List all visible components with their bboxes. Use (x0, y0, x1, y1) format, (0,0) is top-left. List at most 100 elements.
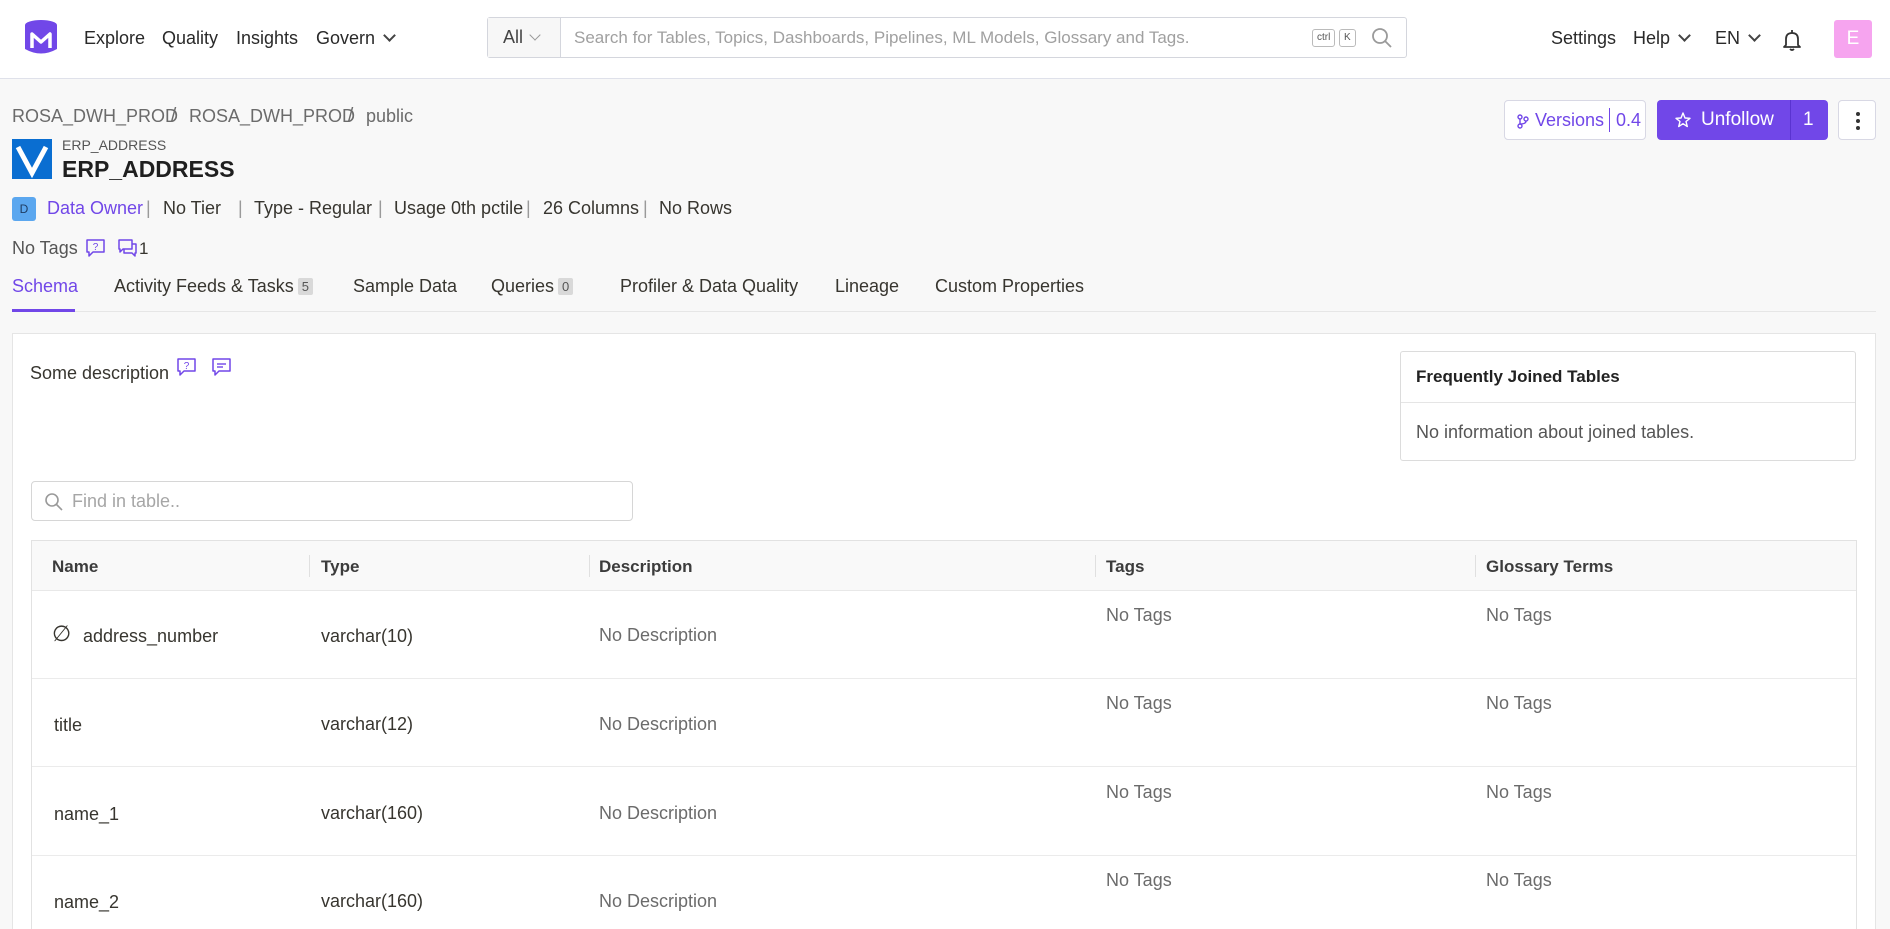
svg-text:?: ? (184, 361, 190, 372)
find-in-table-input[interactable] (72, 482, 622, 520)
global-search: All ctrl K (487, 17, 1407, 58)
owner-avatar: D (12, 197, 36, 221)
more-options-button[interactable] (1838, 100, 1876, 140)
chevron-down-icon (383, 29, 396, 42)
table-row[interactable]: name_2 varchar(160) No Description No Ta… (32, 856, 1856, 929)
nav-help[interactable]: Help (1633, 28, 1691, 49)
table-description: Some description (30, 363, 170, 383)
column-glossary-terms[interactable]: No Tags (1486, 605, 1552, 626)
unfollow-button[interactable]: Unfollow 1 (1657, 100, 1828, 140)
column-description[interactable]: No Description (599, 714, 717, 735)
frequently-joined-tables-card: Frequently Joined Tables No information … (1400, 351, 1856, 461)
breadcrumb-service[interactable]: ROSA_DWH_PROD (12, 106, 178, 127)
column-name: address_number (83, 626, 219, 646)
header-separator (1475, 555, 1476, 577)
tab-label: Lineage (835, 276, 900, 296)
star-icon (1675, 112, 1691, 128)
search-icon[interactable] (1371, 27, 1393, 49)
conversation-icon[interactable] (117, 238, 138, 258)
tab-count-badge: 0 (558, 278, 574, 295)
column-tags[interactable]: No Tags (1106, 693, 1172, 714)
chevron-down-icon (1678, 29, 1691, 42)
user-avatar[interactable]: E (1834, 20, 1872, 58)
owner-link[interactable]: Data Owner (47, 198, 143, 219)
tier-value[interactable]: No Tier (163, 198, 221, 219)
chevron-down-icon (529, 29, 541, 41)
column-description[interactable]: No Description (599, 625, 717, 646)
column-header-type[interactable]: Type (321, 557, 359, 577)
tab-profiler[interactable]: Profiler & Data Quality (620, 276, 798, 297)
start-conversation-icon[interactable] (211, 357, 232, 377)
column-tags[interactable]: No Tags (1106, 782, 1172, 803)
table-row[interactable]: title varchar(12) No Description No Tags… (32, 679, 1856, 767)
column-tags[interactable]: No Tags (1106, 870, 1172, 891)
entity-title: ERP_ADDRESS (62, 156, 235, 182)
search-filter-select[interactable]: All (488, 18, 561, 57)
nav-explore[interactable]: Explore (84, 28, 145, 49)
breadcrumb-database[interactable]: ROSA_DWH_PROD (189, 106, 355, 127)
column-header-name[interactable]: Name (52, 557, 98, 577)
tab-label: Profiler & Data Quality (620, 276, 799, 296)
column-tags[interactable]: No Tags (1106, 605, 1172, 626)
tab-custom-properties[interactable]: Custom Properties (935, 276, 1084, 297)
nullable-icon: ∅ (52, 621, 72, 646)
tab-sample-data[interactable]: Sample Data (353, 276, 457, 297)
search-icon (45, 493, 63, 511)
bell-icon[interactable] (1780, 28, 1804, 52)
git-branch-icon (1517, 114, 1529, 129)
chevron-down-icon (1748, 29, 1761, 42)
column-glossary-terms[interactable]: No Tags (1486, 870, 1552, 891)
dot (1856, 112, 1860, 116)
column-glossary-terms[interactable]: No Tags (1486, 782, 1552, 803)
column-description[interactable]: No Description (599, 891, 717, 912)
column-glossary-terms[interactable]: No Tags (1486, 693, 1552, 714)
nav-quality[interactable]: Quality (162, 28, 218, 49)
nav-govern[interactable]: Govern (316, 28, 396, 49)
tab-schema[interactable]: Schema (12, 276, 78, 297)
nav-help-label: Help (1633, 28, 1671, 48)
usage-value: Usage 0th pctile (394, 198, 524, 218)
search-input[interactable] (574, 18, 1294, 57)
versions-label: Versions (1535, 110, 1605, 130)
language-select[interactable]: EN (1715, 28, 1761, 49)
find-in-table (31, 481, 633, 521)
column-type: varchar(12) (321, 714, 414, 734)
column-header-tags[interactable]: Tags (1106, 557, 1144, 577)
header-separator (309, 555, 310, 577)
tab-label: Schema (12, 276, 79, 296)
meta-separator: | (526, 198, 531, 218)
table-row[interactable]: name_1 varchar(160) No Description No Ta… (32, 768, 1856, 856)
nav-settings[interactable]: Settings (1551, 28, 1616, 49)
versions-button[interactable]: Versions 0.4 (1504, 100, 1646, 140)
entity-display-subtitle: ERP_ADDRESS (62, 137, 167, 153)
tab-lineage[interactable]: Lineage (835, 276, 899, 297)
breadcrumb-schema[interactable]: public (366, 106, 413, 127)
column-name: name_2 (54, 892, 120, 912)
column-header-glossary[interactable]: Glossary Terms (1486, 557, 1613, 577)
table-entity-icon (12, 139, 52, 179)
tab-label: Sample Data (353, 276, 458, 296)
table-row[interactable]: ∅ address_number varchar(10) No Descript… (32, 591, 1856, 679)
tab-active-indicator (12, 309, 75, 312)
tab-activity-feeds[interactable]: Activity Feeds & Tasks 5 (114, 276, 313, 297)
search-filter-value: All (503, 27, 524, 47)
meta-separator: | (643, 198, 648, 218)
version-number: 0.4 (1616, 110, 1642, 130)
frequently-joined-empty: No information about joined tables. (1416, 422, 1695, 442)
thread-count: 1 (139, 239, 149, 258)
kbd-k: K (1339, 29, 1356, 47)
column-description[interactable]: No Description (599, 803, 717, 824)
columns-count: 26 Columns (543, 198, 640, 218)
column-header-description[interactable]: Description (599, 557, 693, 577)
rows-count: No Rows (659, 198, 733, 218)
nav-govern-label: Govern (316, 28, 376, 48)
column-type: varchar(10) (321, 626, 414, 646)
tab-queries[interactable]: Queries 0 (491, 276, 574, 297)
nav-insights[interactable]: Insights (236, 28, 298, 49)
kbd-ctrl: ctrl (1312, 29, 1336, 47)
column-type: varchar(160) (321, 803, 424, 823)
request-description-icon[interactable]: ? (176, 357, 197, 377)
follower-count: 1 (1803, 109, 1814, 130)
request-tags-icon[interactable]: ? (85, 238, 106, 258)
openmetadata-logo[interactable] (22, 18, 60, 58)
